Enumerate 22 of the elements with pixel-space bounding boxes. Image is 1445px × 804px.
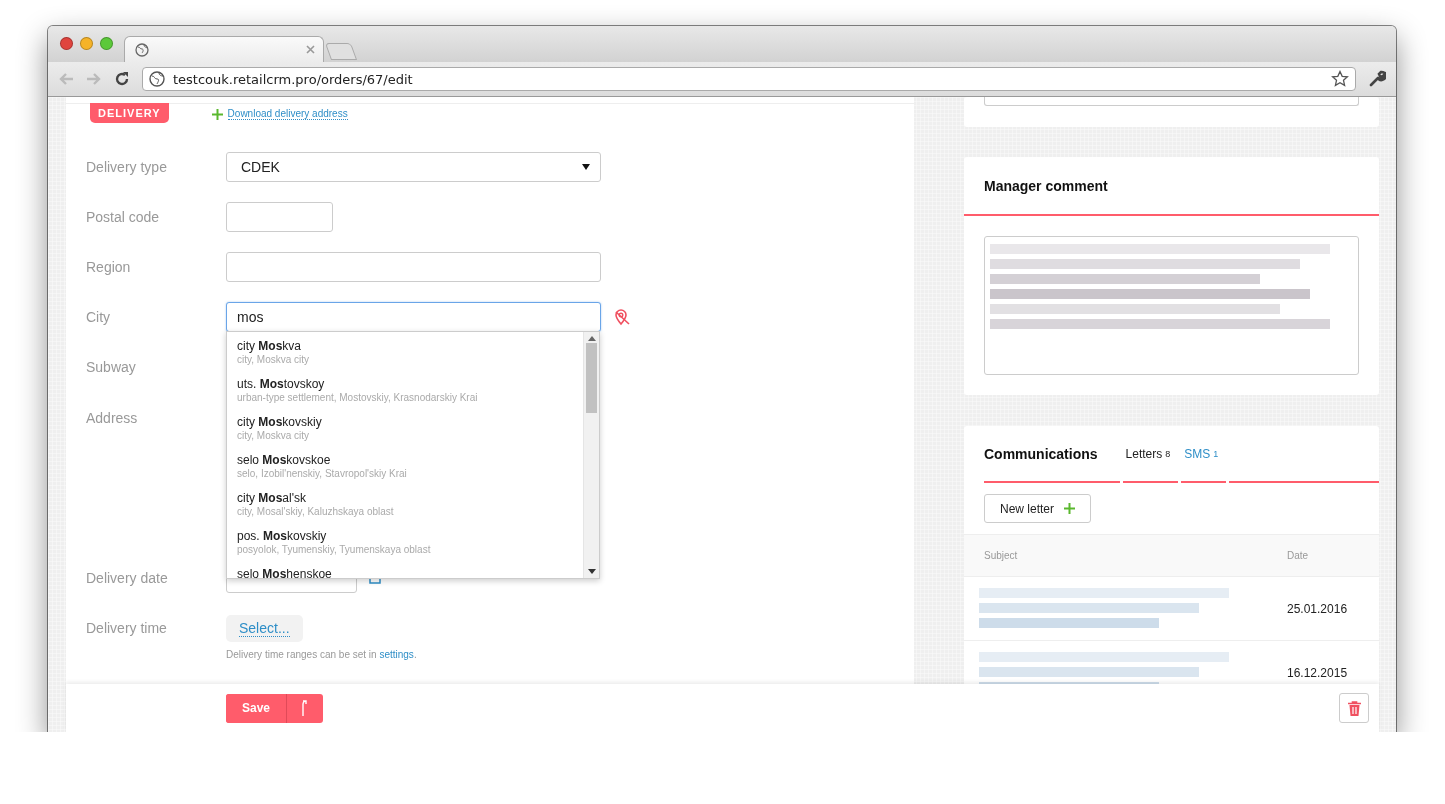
- panel-title: Manager comment: [964, 157, 1379, 216]
- table-cell-text: 16.12.2015: [1287, 665, 1349, 680]
- field-label: Region: [86, 259, 132, 275]
- suggestion-detail: urban-type settlement, Mostovskiy, Krasnodarskiy Krai: [237, 392, 479, 403]
- column-header: Subject: [984, 550, 1018, 561]
- field-label: City: [86, 309, 112, 325]
- suggestion-detail: city, Moskva city: [237, 430, 311, 441]
- suggestion-detail: selo, Izobil'nenskiy, Stavropol'skiy Krai: [237, 468, 408, 479]
- section-badge: DELIVERY: [90, 103, 169, 123]
- suggestion-detail: city, Moskva city: [237, 354, 311, 365]
- hint-text: Delivery time ranges can be set in settings.: [226, 649, 418, 660]
- field-label: Delivery date: [86, 570, 169, 586]
- panel-title: Communications: [984, 426, 1120, 483]
- field-label: Address: [86, 410, 139, 426]
- field-label: Delivery time: [86, 620, 168, 636]
- suggestion-detail: city, Mosal'skiy, Kaluzhskaya oblast: [237, 506, 395, 517]
- field-label: Delivery type: [86, 159, 168, 175]
- suggestion-detail: posyolok, Tyumenskiy, Tyumenskaya oblast: [237, 544, 432, 555]
- column-header: Date: [1287, 550, 1310, 561]
- field-label: Postal code: [86, 209, 161, 225]
- table-cell-text: 25.01.2016: [1287, 601, 1349, 616]
- field-label: Subway: [86, 359, 137, 375]
